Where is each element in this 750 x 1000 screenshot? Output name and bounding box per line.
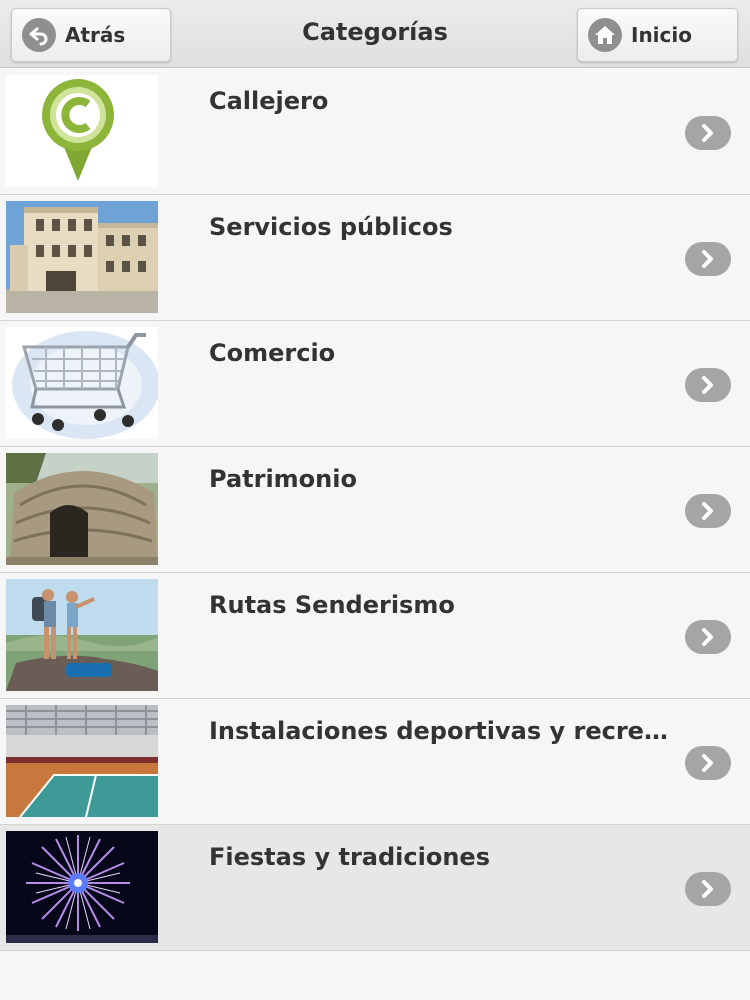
chevron-right-icon [685,242,731,276]
category-item-comercio[interactable]: Comercio [0,321,750,447]
category-label: Fiestas y tradiciones [209,843,490,871]
category-item-fiestas-tradiciones[interactable]: Fiestas y tradiciones [0,825,750,951]
category-label: Comercio [209,339,336,367]
category-item-patrimonio[interactable]: Patrimonio [0,447,750,573]
category-item-servicios-publicos[interactable]: Servicios públicos [0,195,750,321]
hikers-photo [6,579,158,691]
category-label: Rutas Senderismo [209,591,455,619]
sports-hall-photo [6,705,158,817]
header-bar: Atrás Categorías Inicio [0,0,750,68]
chevron-right-icon [685,116,731,150]
chevron-right-icon [685,368,731,402]
map-pin-c-icon [6,75,158,187]
shopping-cart-icon [6,327,158,439]
category-list: Callejero Servicios públicos Comercio Pa… [0,69,750,951]
chevron-right-icon [685,620,731,654]
category-label: Instalaciones deportivas y recreativas [209,717,679,745]
stone-hut-photo [6,453,158,565]
building-photo [6,201,158,313]
home-icon [588,18,622,52]
home-button-label: Inicio [631,23,692,47]
chevron-right-icon [685,872,731,906]
fireworks-photo [6,831,158,943]
category-label: Servicios públicos [209,213,453,241]
category-item-instalaciones-deportivas[interactable]: Instalaciones deportivas y recreativas [0,699,750,825]
home-button[interactable]: Inicio [577,8,738,62]
category-item-rutas-senderismo[interactable]: Rutas Senderismo [0,573,750,699]
category-label: Patrimonio [209,465,357,493]
chevron-right-icon [685,746,731,780]
category-item-callejero[interactable]: Callejero [0,69,750,195]
chevron-right-icon [685,494,731,528]
category-label: Callejero [209,87,329,115]
